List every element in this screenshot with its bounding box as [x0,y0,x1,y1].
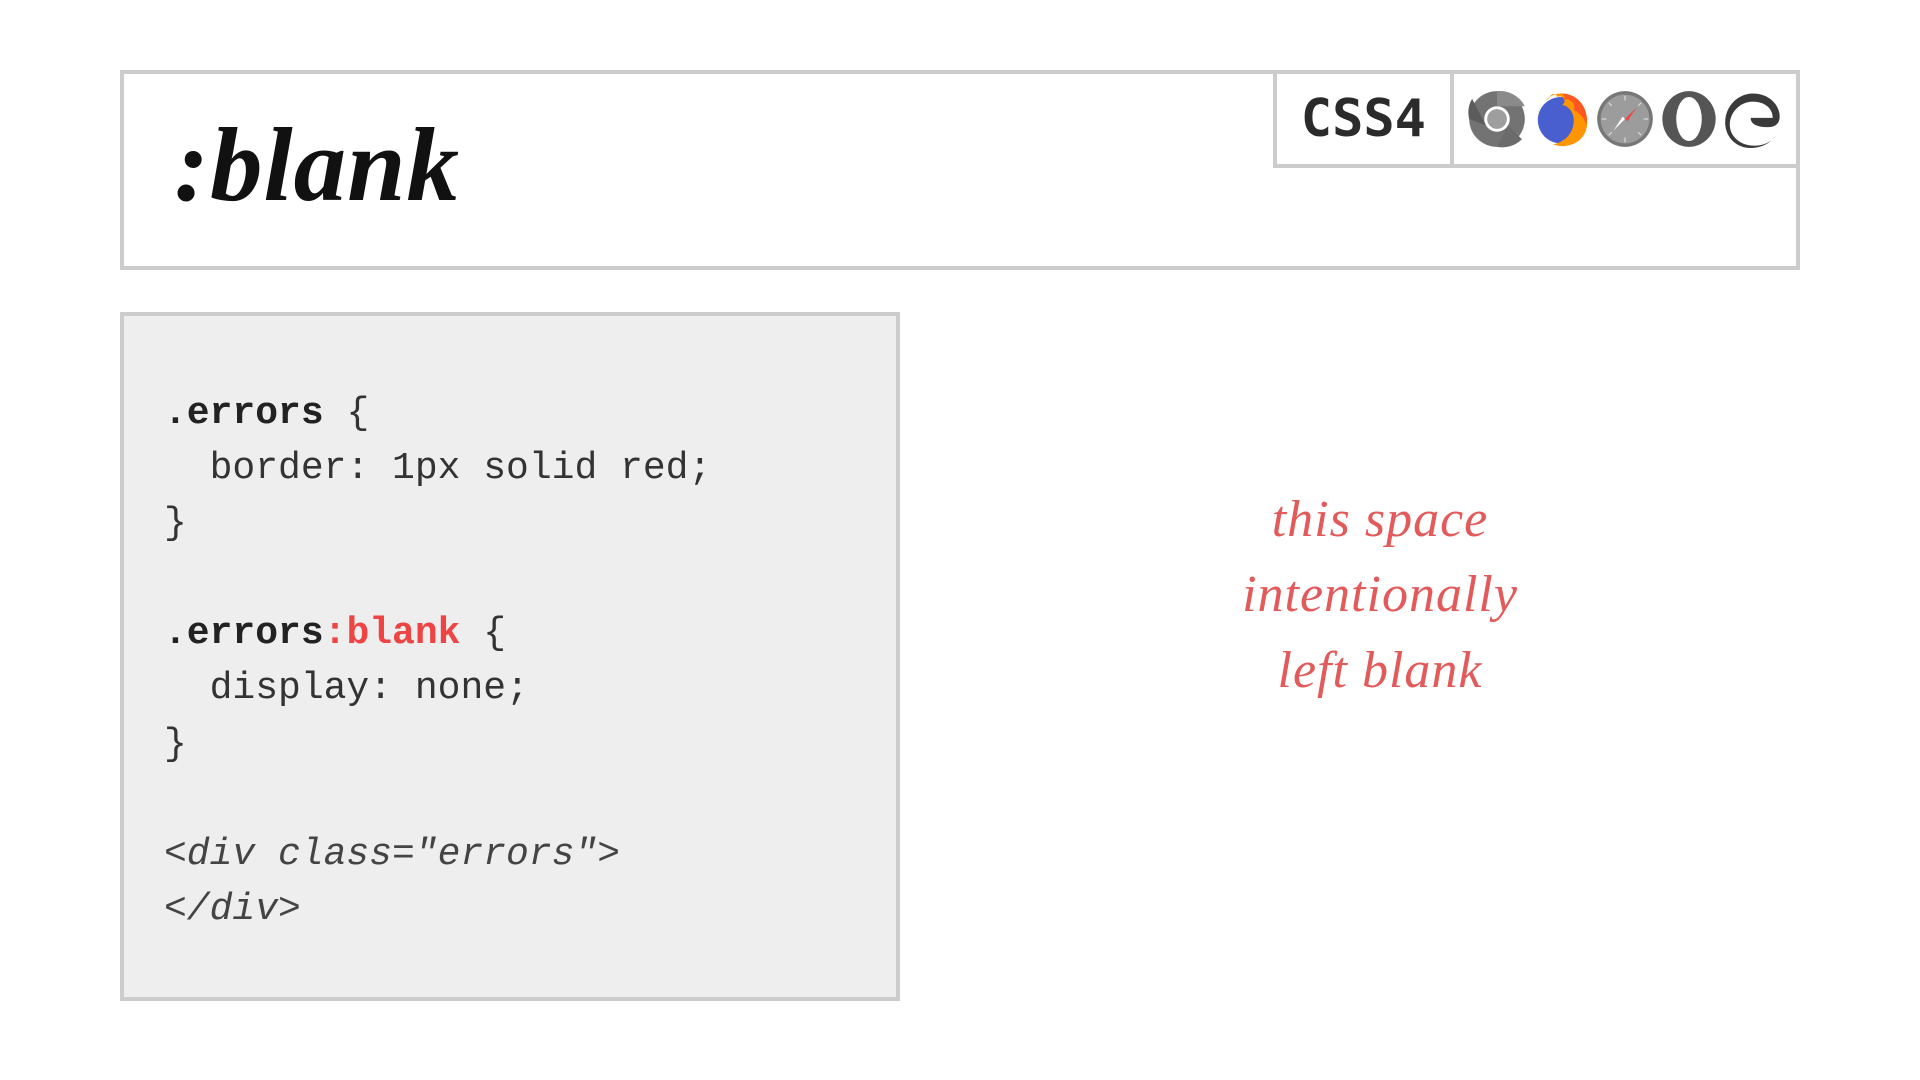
safari-icon [1596,90,1654,148]
code-brace-close-2: } [164,723,187,766]
blank-space-caption: this space intentionally left blank [1242,482,1518,708]
code-html-line1: <div class="errors"> [164,833,620,876]
code-brace-open-1: { [324,392,370,435]
slide-body: .errors { border: 1px solid red; } .erro… [120,312,1800,1001]
code-html-line2: </div> [164,888,301,931]
firefox-icon [1532,90,1590,148]
chrome-icon [1468,90,1526,148]
caption-line-1: this space [1242,482,1518,557]
slide: :blank CSS4 [0,0,1920,1080]
code-brace-close-1: } [164,502,187,545]
caption-line-3: left blank [1242,633,1518,708]
code-rule2-body: display: none; [164,667,529,710]
code-selector-2-prefix: .errors [164,612,324,655]
code-example: .errors { border: 1px solid red; } .erro… [120,312,900,1001]
edge-icon [1724,90,1782,148]
code-selector-2-highlight: :blank [324,612,461,655]
header-badges: CSS4 [1273,70,1800,168]
code-brace-open-2: { [460,612,506,655]
slide-header: :blank CSS4 [120,70,1800,270]
code-rule1-body: border: 1px solid red; [164,447,711,490]
opera-icon [1660,90,1718,148]
caption-area: this space intentionally left blank [960,312,1800,1001]
code-selector-1: .errors [164,392,324,435]
browser-support-icons [1450,70,1800,168]
caption-line-2: intentionally [1242,557,1518,632]
css-spec-badge: CSS4 [1273,70,1450,168]
